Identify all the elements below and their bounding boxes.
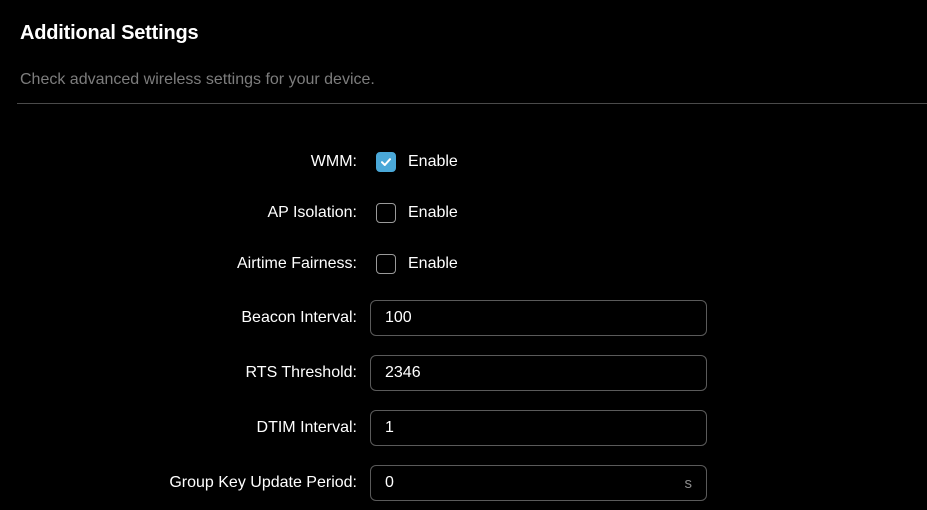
wmm-checkbox[interactable] [376,152,396,172]
group-key-update-period-row: Group Key Update Period: s [0,465,927,501]
additional-settings-panel: Additional Settings Check advanced wirel… [0,0,927,510]
check-icon [381,158,391,166]
ap-isolation-enable-toggle[interactable]: Enable [376,202,458,224]
airtime-fairness-label: Airtime Fairness: [236,255,357,272]
beacon-interval-input[interactable] [371,301,706,335]
rts-threshold-row: RTS Threshold: [0,355,927,391]
airtime-fairness-checkbox[interactable] [376,254,396,274]
rts-threshold-field [370,355,707,391]
dtim-interval-row: DTIM Interval: [0,410,927,446]
dtim-interval-label: DTIM Interval: [256,419,357,436]
dtim-interval-field [370,410,707,446]
group-key-update-period-label: Group Key Update Period: [169,474,357,491]
wmm-enable-label: Enable [408,153,458,170]
airtime-fairness-enable-label: Enable [408,255,458,272]
section-description: Check advanced wireless settings for you… [20,71,375,88]
beacon-interval-row: Beacon Interval: [0,300,927,336]
rts-threshold-label: RTS Threshold: [245,364,357,381]
wmm-label: WMM: [310,153,357,170]
beacon-interval-label: Beacon Interval: [241,309,357,326]
group-key-update-period-field: s [370,465,707,501]
beacon-interval-field [370,300,707,336]
rts-threshold-input[interactable] [371,356,706,390]
seconds-unit-label: s [684,474,693,492]
ap-isolation-row: AP Isolation: Enable [0,195,927,231]
wmm-enable-toggle[interactable]: Enable [376,151,458,173]
airtime-fairness-row: Airtime Fairness: Enable [0,246,927,282]
ap-isolation-label: AP Isolation: [267,204,357,221]
group-key-update-period-input[interactable] [371,466,685,500]
dtim-interval-input[interactable] [371,411,706,445]
ap-isolation-checkbox[interactable] [376,203,396,223]
airtime-fairness-enable-toggle[interactable]: Enable [376,253,458,275]
section-divider [17,103,927,104]
section-title: Additional Settings [20,22,199,44]
ap-isolation-enable-label: Enable [408,204,458,221]
wmm-row: WMM: Enable [0,144,927,180]
